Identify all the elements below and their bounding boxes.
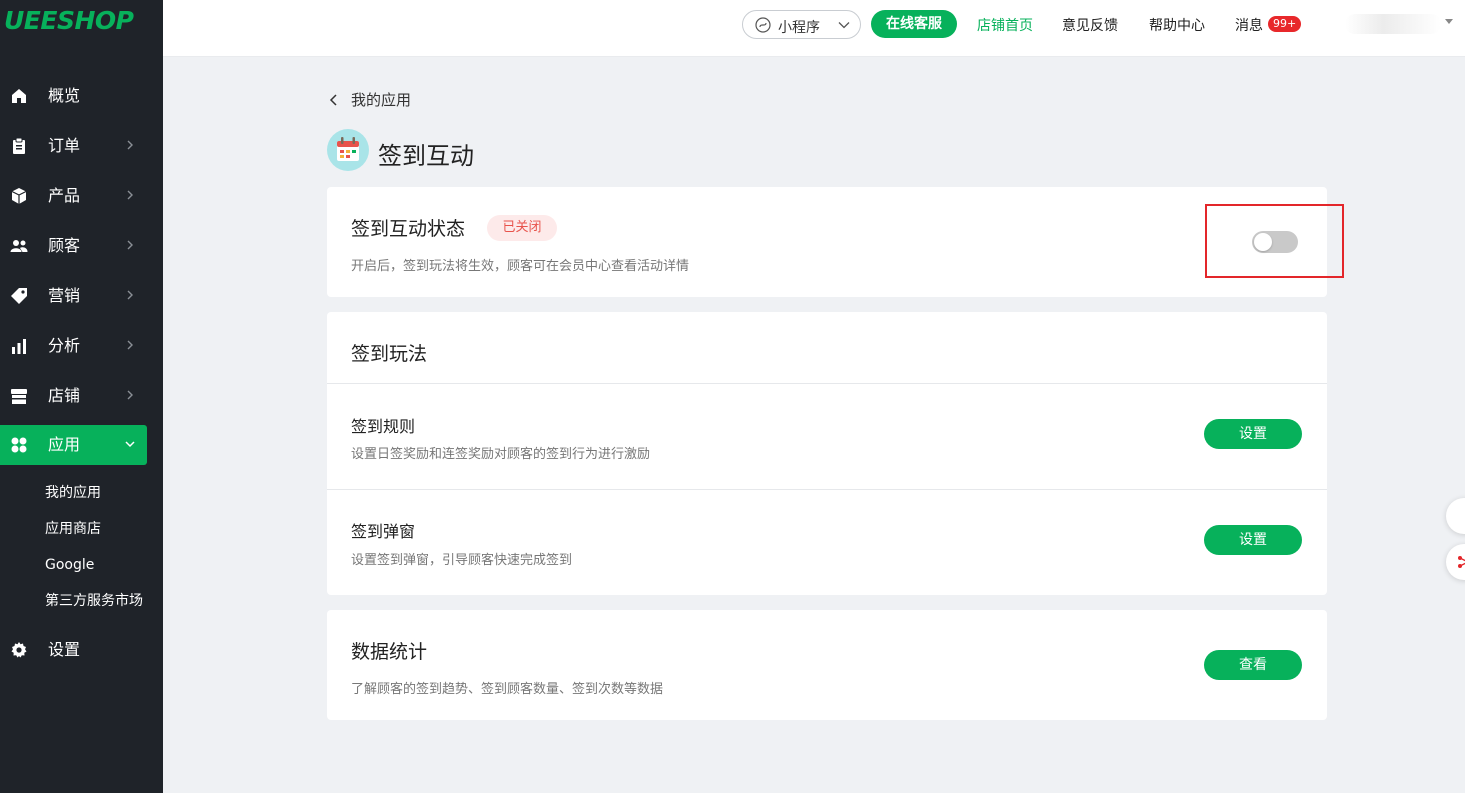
box-icon — [11, 188, 27, 204]
sidebar-item-label: 顾客 — [48, 236, 81, 255]
sidebar-item-label: 分析 — [48, 336, 81, 355]
highlight-box — [1205, 204, 1344, 278]
popup-title: 签到弹窗 — [351, 522, 416, 541]
sidebar: UEESHOP 概览 订单 产品 顾客 营销 分析 店铺 应用 我的应用 应用商… — [0, 0, 163, 793]
floating-tool-button[interactable] — [1446, 498, 1465, 534]
sidebar-item-orders[interactable]: 订单 — [0, 126, 163, 166]
sidebar-item-overview[interactable]: 概览 — [0, 76, 163, 116]
gear-icon — [11, 642, 27, 658]
play-card-title: 签到玩法 — [351, 343, 428, 365]
sidebar-item-label: 店铺 — [48, 386, 81, 405]
sidebar-item-label: 设置 — [48, 640, 81, 659]
sidebar-item-label: 应用 — [48, 435, 81, 454]
chevron-right-icon — [127, 190, 133, 200]
caret-down-icon[interactable] — [1445, 19, 1453, 24]
rules-settings-button[interactable]: 设置 — [1204, 419, 1302, 449]
divider — [327, 383, 1327, 384]
status-card-title: 签到互动状态 — [351, 218, 466, 240]
page-title: 签到互动 — [378, 142, 474, 170]
clipboard-icon — [13, 137, 25, 154]
brand-logo[interactable]: UEESHOP — [4, 6, 134, 35]
online-service-button[interactable]: 在线客服 — [871, 10, 957, 38]
sidebar-item-label: 营销 — [48, 286, 81, 305]
chevron-down-icon — [838, 22, 850, 29]
stats-card-title: 数据统计 — [351, 641, 428, 663]
sidebar-subitem-google[interactable]: Google — [45, 556, 94, 574]
back-link-label: 我的应用 — [351, 91, 412, 109]
home-icon — [12, 89, 26, 103]
chevron-right-icon — [127, 290, 133, 300]
sidebar-item-products[interactable]: 产品 — [0, 176, 163, 216]
sidebar-subitem-my-apps[interactable]: 我的应用 — [45, 484, 101, 502]
sidebar-item-apps[interactable]: 应用 — [0, 425, 147, 465]
status-badge: 已关闭 — [487, 215, 557, 241]
divider — [327, 489, 1327, 490]
chevron-down-icon — [125, 441, 135, 448]
user-account-menu[interactable] — [1345, 14, 1441, 34]
users-icon — [10, 240, 28, 252]
chevron-right-icon — [127, 240, 133, 250]
sidebar-item-label: 概览 — [48, 86, 81, 105]
mini-program-label: 小程序 — [778, 20, 820, 36]
rules-title: 签到规则 — [351, 417, 416, 436]
back-link[interactable]: 我的应用 — [327, 89, 411, 110]
sidebar-item-store[interactable]: 店铺 — [0, 376, 163, 416]
play-card: 签到玩法 签到规则 设置日签奖励和连签奖励对顾客的签到行为进行激励 设置 签到弹… — [327, 312, 1327, 595]
chevron-right-icon — [127, 340, 133, 350]
sidebar-item-label: 订单 — [48, 136, 81, 155]
bar-chart-icon — [12, 339, 26, 354]
calendar-app-icon — [327, 129, 369, 171]
popup-settings-button[interactable]: 设置 — [1204, 525, 1302, 555]
status-card: 签到互动状态 已关闭 开启后，签到玩法将生效，顾客可在会员中心查看活动详情 — [327, 187, 1327, 297]
store-home-link[interactable]: 店铺首页 — [977, 15, 1033, 35]
view-stats-button[interactable]: 查看 — [1204, 650, 1302, 680]
apps-icon — [11, 437, 27, 453]
rules-description: 设置日签奖励和连签奖励对顾客的签到行为进行激励 — [351, 447, 651, 462]
chevron-left-icon — [329, 93, 337, 106]
mini-program-dropdown[interactable]: 小程序 — [742, 10, 861, 39]
sidebar-item-settings[interactable]: 设置 — [0, 630, 163, 670]
messages-link[interactable]: 消息 — [1235, 15, 1263, 35]
status-card-description: 开启后，签到玩法将生效，顾客可在会员中心查看活动详情 — [351, 259, 690, 274]
stats-card-description: 了解顾客的签到趋势、签到顾客数量、签到次数等数据 — [351, 682, 664, 697]
sidebar-item-label: 产品 — [48, 186, 81, 205]
tag-icon — [11, 288, 27, 304]
popup-description: 设置签到弹窗，引导顾客快速完成签到 — [351, 553, 573, 568]
sidebar-subitem-third-party-market[interactable]: 第三方服务市场 — [45, 592, 143, 610]
link-icon — [755, 17, 771, 33]
sidebar-item-analytics[interactable]: 分析 — [0, 326, 163, 366]
floating-share-button[interactable] — [1446, 544, 1465, 580]
sidebar-item-marketing[interactable]: 营销 — [0, 276, 163, 316]
feedback-link[interactable]: 意见反馈 — [1062, 15, 1118, 35]
help-center-link[interactable]: 帮助中心 — [1149, 15, 1205, 35]
message-count-badge: 99+ — [1268, 16, 1302, 32]
sidebar-subitem-app-store[interactable]: 应用商店 — [45, 520, 101, 538]
share-icon — [1458, 556, 1465, 568]
sidebar-item-customers[interactable]: 顾客 — [0, 226, 163, 266]
store-icon — [11, 389, 27, 404]
chevron-right-icon — [127, 390, 133, 400]
chevron-right-icon — [127, 140, 133, 150]
stats-card: 数据统计 了解顾客的签到趋势、签到顾客数量、签到次数等数据 查看 — [327, 610, 1327, 720]
